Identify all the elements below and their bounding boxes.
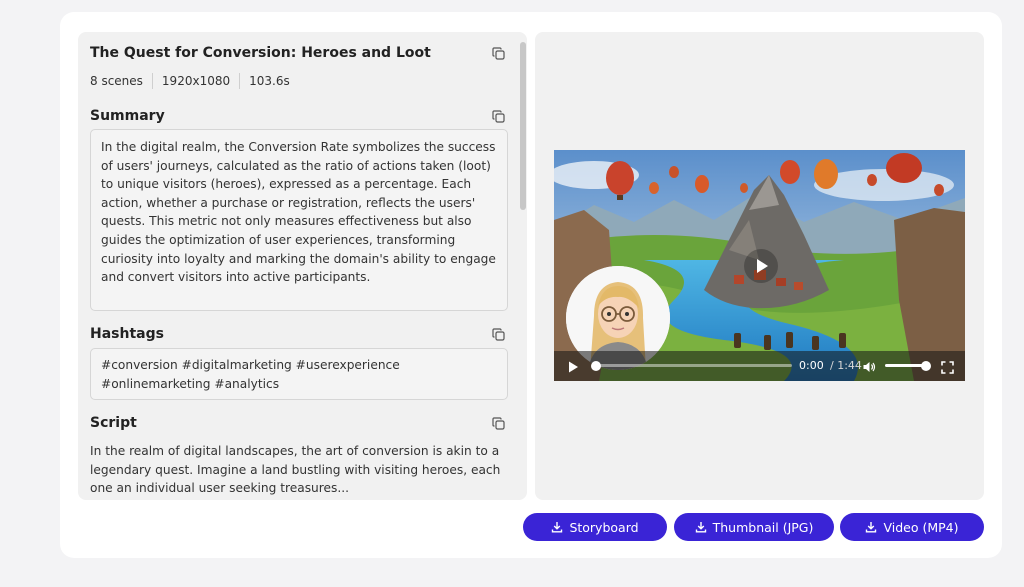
scene-count: 8 scenes [90,74,143,88]
download-icon [695,521,707,533]
download-thumbnail-label: Thumbnail (JPG) [712,519,814,535]
download-video-button[interactable]: Video (MP4) [840,513,984,541]
meta-divider [239,73,241,89]
time-current: 0:00 [799,359,824,372]
hashtags-textarea[interactable]: #conversion #digitalmarketing #userexper… [90,348,508,400]
progress-knob[interactable] [591,361,601,371]
download-storyboard-button[interactable]: Storyboard [523,513,667,541]
details-scroll-area[interactable]: The Quest for Conversion: Heroes and Loo… [78,32,518,500]
download-icon [865,521,877,533]
details-panel[interactable]: The Quest for Conversion: Heroes and Loo… [78,32,527,500]
progress-track[interactable] [596,364,792,367]
time-total: / 1:44 [830,359,862,372]
copy-hashtags-icon[interactable] [492,328,505,341]
download-thumbnail-button[interactable]: Thumbnail (JPG) [674,513,834,541]
script-heading: Script [90,415,137,431]
meta-divider [151,73,153,89]
volume-button[interactable] [862,359,876,373]
details-scrollbar[interactable] [518,32,527,500]
fullscreen-icon [941,361,954,374]
play-button[interactable] [566,359,580,373]
hashtags-heading: Hashtags [90,326,164,342]
download-icon [551,521,563,533]
video-meta: 8 scenes 1920x1080 103.6s [90,73,290,89]
copy-title-icon[interactable] [492,47,505,60]
play-icon [757,259,768,273]
copy-summary-icon[interactable] [492,110,505,123]
scrollbar-thumb[interactable] [520,42,526,210]
copy-script-icon[interactable] [492,417,505,430]
download-storyboard-label: Storyboard [569,519,639,535]
download-video-label: Video (MP4) [883,519,959,535]
center-play-button[interactable] [744,249,778,283]
summary-heading: Summary [90,108,165,124]
volume-icon [863,362,876,372]
video-title: The Quest for Conversion: Heroes and Loo… [90,45,431,61]
volume-knob[interactable] [921,361,931,371]
fullscreen-button[interactable] [941,359,954,374]
play-icon [569,361,578,373]
script-text: In the realm of digital landscapes, the … [90,444,501,496]
duration: 103.6s [249,74,290,88]
resolution: 1920x1080 [161,74,231,88]
summary-textarea[interactable]: In the digital realm, the Conversion Rat… [90,129,508,311]
